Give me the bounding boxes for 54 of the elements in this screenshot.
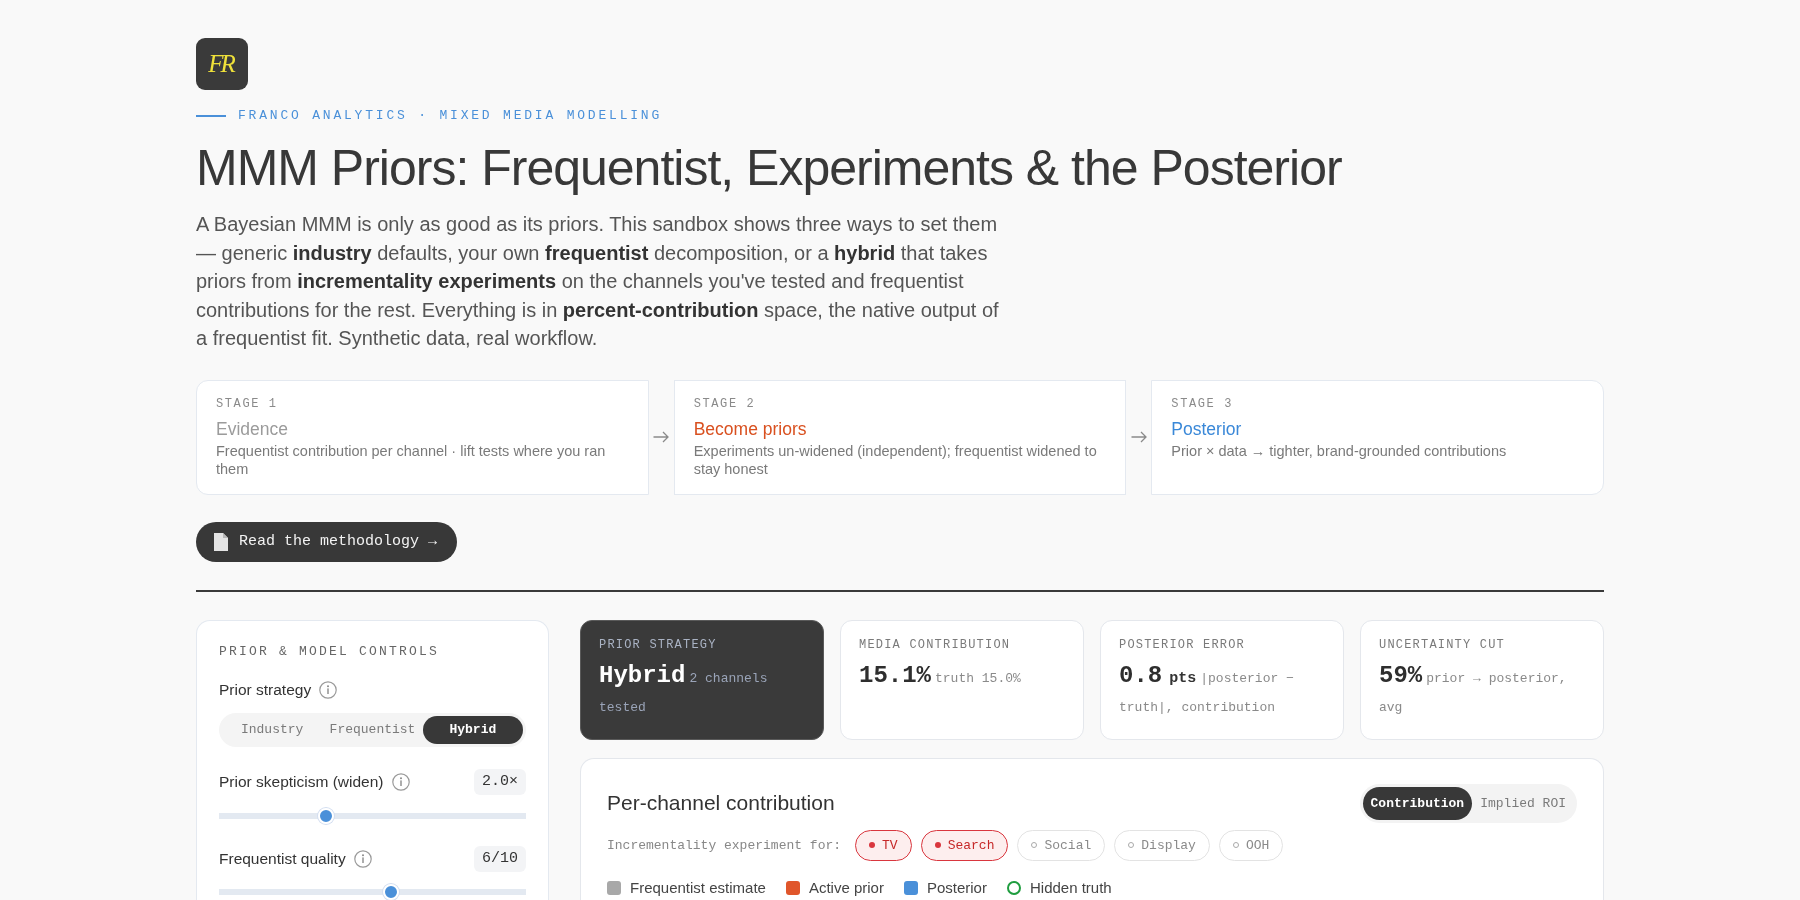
stage-description: Prior × data → tighter, brand-grounded contributions	[1171, 441, 1508, 460]
field-label: Frequentist quality	[219, 848, 346, 869]
stage-label: STAGE 1	[216, 396, 279, 411]
stat-label: POSTERIOR ERROR	[1119, 637, 1247, 652]
slider-thumb[interactable]	[318, 807, 335, 824]
stage-title: Evidence	[216, 417, 289, 440]
stage-title: Become priors	[693, 417, 808, 440]
stage-description: Frequentist contribution per channel · lift tests where you ran them	[216, 441, 607, 478]
arrow-icon	[1130, 431, 1147, 443]
field-label: Prior skepticism (widen)	[219, 771, 384, 792]
stage-label: STAGE 2	[693, 396, 757, 411]
slider-value: 2.0×	[474, 768, 526, 795]
stat-label: MEDIA CONTRIBUTION	[859, 637, 1012, 652]
methodology-button[interactable]: Read the methodology →	[196, 521, 458, 562]
stage-description: Experiments un-widened (independent); frequentist widened to stay honest	[693, 441, 1098, 478]
channel-chip[interactable]: Search	[920, 829, 1009, 861]
strategy-option[interactable]: Industry	[222, 715, 323, 744]
panel-title: Per-channel contribution	[607, 790, 835, 816]
legend-label: Active prior	[808, 877, 884, 898]
panel-heading: PRIOR & MODEL CONTROLS	[219, 643, 441, 660]
dot-icon	[869, 842, 876, 848]
strategy-option[interactable]: Frequentist	[322, 715, 423, 744]
channel-chip[interactable]: TV	[855, 829, 912, 861]
legend-label: Posterior	[926, 877, 987, 898]
channel-chip[interactable]: Display	[1114, 829, 1210, 861]
channel-chip[interactable]: Social	[1017, 829, 1106, 861]
stat-label: PRIOR STRATEGY	[599, 637, 718, 652]
arrow-icon	[653, 431, 670, 443]
legend-label: Hidden truth	[1029, 877, 1112, 898]
view-option[interactable]: Implied ROI	[1472, 786, 1574, 820]
stat-readout: Hybrid 2 channels tested	[599, 660, 769, 717]
page-title: MMM Priors: Frequentist, Experiments & the Posterior	[196, 141, 1343, 196]
field-label: Prior strategy	[219, 679, 312, 700]
info-icon[interactable]	[319, 680, 338, 699]
view-option[interactable]: Contribution	[1362, 786, 1473, 820]
slider-thumb[interactable]	[382, 883, 399, 900]
strategy-option[interactable]: Hybrid	[422, 715, 523, 744]
legend-label: Frequentist estimate	[630, 877, 766, 898]
slider-value: 6/10	[474, 845, 526, 872]
stat-readout: 59% prior → posterior, avg	[1379, 660, 1568, 717]
info-icon[interactable]	[391, 772, 410, 791]
experiment-label: Incrementality experiment for:	[607, 837, 842, 853]
info-icon[interactable]	[353, 849, 372, 868]
stat-readout: 15.1% truth 15.0%	[859, 660, 1022, 691]
logo: FR	[196, 38, 248, 90]
dot-icon	[934, 842, 941, 848]
stat-readout: 0.8 pts |posterior − truth|, contribution	[1119, 660, 1295, 717]
channel-chip[interactable]: OOH	[1218, 829, 1284, 861]
stage-title: Posterior	[1171, 417, 1243, 440]
stage-label: STAGE 3	[1171, 396, 1234, 411]
intro-paragraph: A Bayesian MMM is only as good as its priors. This sandbox shows three ways to set them — generic industry defaults, your own frequentist decomposition, or a hybrid that takes priors from incrementality experiments on the channels you've tested and frequentist contributions for the rest. Everything is in percent-contribution space, the native output of a frequentist fit. Synthetic data, real workflow.	[196, 212, 1000, 351]
stat-label: UNCERTAINTY CUT	[1379, 637, 1507, 652]
eyebrow-text: FRANCO ANALYTICS · MIXED MEDIA MODELLING	[238, 108, 663, 124]
document-icon	[214, 532, 228, 551]
